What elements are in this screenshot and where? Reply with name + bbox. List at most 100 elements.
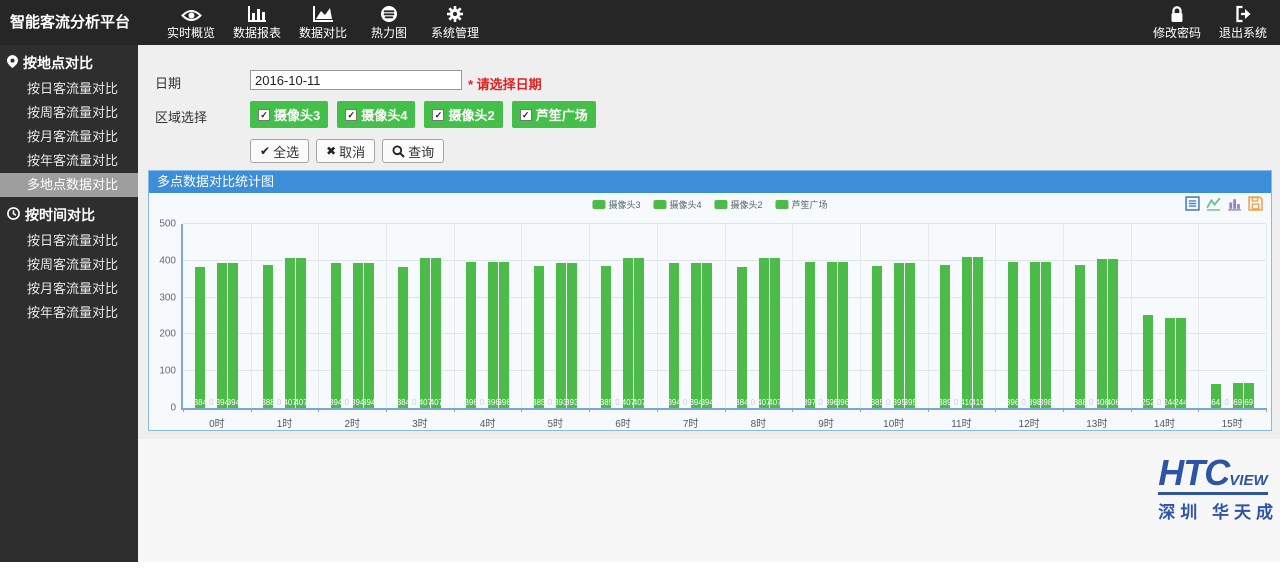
sidebar-item[interactable]: 按日客流量对比 [0, 77, 138, 101]
bar[interactable] [1075, 265, 1085, 408]
nav-item-heatmap[interactable]: 热力图 [356, 0, 422, 45]
bar[interactable] [466, 262, 476, 408]
bar[interactable] [263, 265, 273, 408]
checkbox-checked-icon: ✓ [432, 109, 444, 121]
bar[interactable] [623, 258, 633, 408]
bar-value-label: 394 [362, 398, 375, 407]
bar[interactable] [567, 263, 577, 408]
action-button-label: 全选 [273, 142, 299, 161]
bar-value-label: 406 [1107, 398, 1120, 407]
cancel-button[interactable]: ✖取消 [316, 139, 375, 163]
switch-bar-icon[interactable] [1227, 196, 1242, 211]
bar[interactable] [669, 263, 679, 408]
bar[interactable] [905, 263, 915, 408]
legend-item[interactable]: 摄像头3 [592, 198, 640, 211]
bar[interactable] [364, 263, 374, 408]
bar[interactable] [805, 262, 815, 408]
switch-line-icon[interactable] [1206, 196, 1221, 211]
bar[interactable] [973, 257, 983, 408]
bar-slot: 398 [1029, 224, 1040, 408]
bar[interactable] [1097, 259, 1107, 408]
bar[interactable] [353, 263, 363, 408]
bar[interactable] [702, 263, 712, 408]
bar[interactable] [195, 267, 205, 408]
bar[interactable] [634, 258, 644, 408]
nav-item-area-chart[interactable]: 数据对比 [290, 0, 356, 45]
bar[interactable] [691, 263, 701, 408]
bar[interactable] [770, 258, 780, 408]
nav-item-bar-chart[interactable]: 数据报表 [224, 0, 290, 45]
nav-item-eye[interactable]: 实时概览 [158, 0, 224, 45]
sidebar-item[interactable]: 按日客流量对比 [0, 229, 138, 253]
bar[interactable] [1030, 262, 1040, 408]
bar[interactable] [1108, 259, 1118, 408]
bar[interactable] [1165, 318, 1175, 408]
bar-group: 3880407407 [251, 224, 319, 408]
region-toggle-button[interactable]: ✓摄像头2 [424, 101, 502, 128]
bar[interactable] [534, 266, 544, 408]
sidebar-item[interactable]: 按周客流量对比 [0, 101, 138, 125]
bar[interactable] [331, 263, 341, 408]
bar[interactable] [894, 263, 904, 408]
x-axis-tick-label: 14时 [1131, 415, 1199, 430]
bar[interactable] [1143, 315, 1153, 408]
query-button[interactable]: 查询 [382, 139, 444, 163]
bar[interactable] [228, 263, 238, 408]
bar-group: 3960396396 [454, 224, 522, 408]
bar-slot: 406 [1097, 224, 1108, 408]
nav-item-lock[interactable]: 修改密码 [1144, 0, 1210, 45]
bar-group: 2520244244 [1131, 224, 1199, 408]
sidebar-section-header: 按时间对比 [0, 201, 138, 229]
bar-value-label: 0 [751, 398, 755, 407]
data-view-icon[interactable] [1185, 196, 1200, 211]
nav-item-sign-out[interactable]: 退出系统 [1210, 0, 1276, 45]
nav-item-label: 实时概览 [167, 24, 215, 41]
nav-item-gear[interactable]: 系统管理 [422, 0, 488, 45]
bar[interactable] [1176, 318, 1186, 408]
date-input[interactable] [250, 70, 462, 90]
sidebar-item[interactable]: 按月客流量对比 [0, 125, 138, 149]
bar[interactable] [431, 258, 441, 408]
bar[interactable] [1041, 262, 1051, 408]
bar[interactable] [838, 262, 848, 408]
bar[interactable] [420, 258, 430, 408]
x-axis-tick-label: 9时 [792, 415, 860, 430]
bar[interactable] [759, 258, 769, 408]
bar[interactable] [1008, 262, 1018, 408]
bar[interactable] [296, 258, 306, 408]
bar-value-label: 0 [480, 398, 484, 407]
sidebar-item[interactable]: 按年客流量对比 [0, 149, 138, 173]
bar[interactable] [962, 257, 972, 408]
bar[interactable] [488, 262, 498, 408]
bar-slot: 388 [1075, 224, 1086, 408]
bar-value-label: 385 [532, 398, 545, 407]
sidebar-item[interactable]: 多地点数据对比 [0, 173, 138, 197]
bar-slot: 0 [1153, 224, 1164, 408]
bar[interactable] [285, 258, 295, 408]
checkbox-checked-icon: ✓ [520, 109, 532, 121]
bar[interactable] [556, 263, 566, 408]
bar[interactable] [940, 265, 950, 408]
bar[interactable] [872, 266, 882, 408]
region-toggle-button[interactable]: ✓芦笙广场 [512, 101, 596, 128]
bar[interactable] [601, 266, 611, 408]
bar[interactable] [398, 267, 408, 408]
bar[interactable] [827, 262, 837, 408]
bar-value-label: 396 [497, 398, 510, 407]
legend-item[interactable]: 摄像头2 [715, 198, 763, 211]
sidebar-item[interactable]: 按年客流量对比 [0, 301, 138, 325]
bar[interactable] [737, 267, 747, 408]
sidebar-item[interactable]: 按月客流量对比 [0, 277, 138, 301]
region-toggle-button[interactable]: ✓摄像头3 [250, 101, 328, 128]
legend-item[interactable]: 芦笙广场 [776, 198, 828, 211]
bar-slot: 394 [352, 224, 363, 408]
sidebar-item[interactable]: 按周客流量对比 [0, 253, 138, 277]
save-image-icon[interactable] [1248, 196, 1263, 211]
region-toggle-button[interactable]: ✓摄像头4 [337, 101, 415, 128]
logo-suffix-text: view [1229, 472, 1267, 489]
legend-item[interactable]: 摄像头4 [653, 198, 701, 211]
select-all-button[interactable]: ✔全选 [250, 139, 309, 163]
bar[interactable] [217, 263, 227, 408]
bar-slot: 394 [363, 224, 374, 408]
bar[interactable] [499, 262, 509, 408]
